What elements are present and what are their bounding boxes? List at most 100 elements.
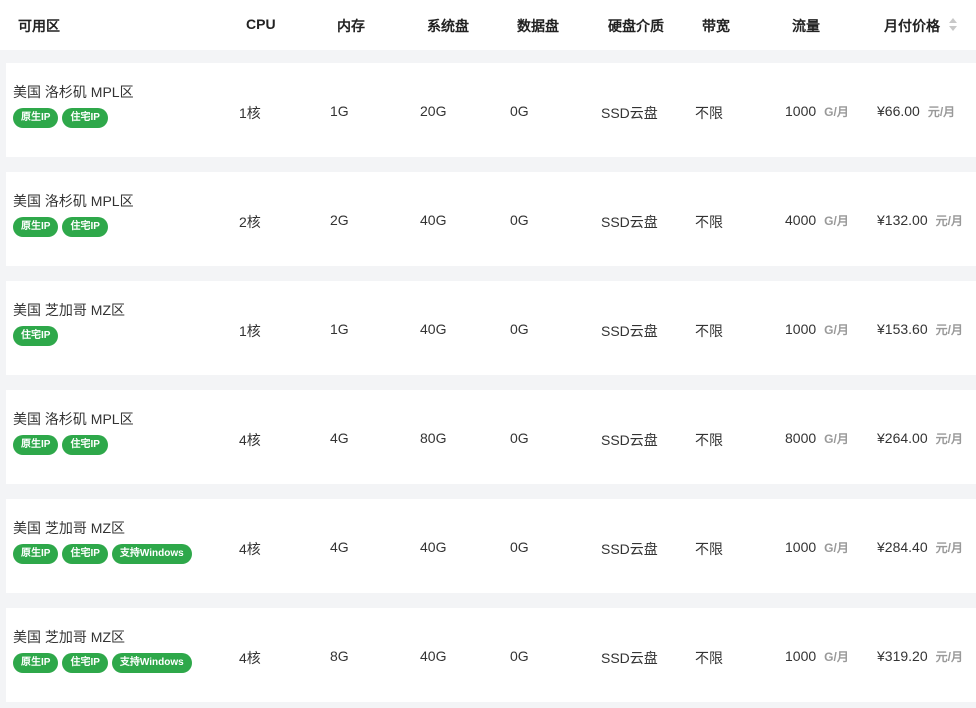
zone-name: 美国 芝加哥 MZ区	[13, 302, 125, 318]
feature-tag: 住宅IP	[62, 108, 108, 128]
tag-list: 住宅IP	[13, 326, 62, 346]
system-disk-cell: 40G	[420, 539, 447, 555]
header-traffic: 流量	[792, 18, 820, 34]
price-value: ¥319.20	[877, 648, 928, 664]
header-system-disk: 系统盘	[427, 18, 469, 34]
traffic-unit: G/月	[824, 541, 849, 555]
traffic-unit: G/月	[824, 214, 849, 228]
table-row[interactable]: 美国 洛杉矶 MPL区 原生IP 住宅IP 1核 1G 20G 0G SSD云盘 不限 1000 G…	[6, 63, 976, 157]
system-disk-cell: 40G	[420, 648, 447, 664]
header-bandwidth: 带宽	[702, 18, 730, 34]
header-memory: 内存	[337, 18, 365, 34]
bandwidth-cell: 不限	[695, 432, 723, 448]
traffic-cell: 8000 G/月	[785, 430, 849, 447]
sort-descending-icon[interactable]	[949, 26, 957, 31]
bandwidth-cell: 不限	[695, 650, 723, 666]
memory-cell: 2G	[330, 212, 349, 228]
zone-name: 美国 洛杉矶 MPL区	[13, 411, 134, 427]
feature-tag: 原生IP	[13, 217, 59, 237]
traffic-unit: G/月	[824, 432, 849, 446]
memory-cell: 4G	[330, 539, 349, 555]
memory-cell: 8G	[330, 648, 349, 664]
traffic-value: 1000	[785, 103, 817, 119]
price-cell: ¥284.40 元/月	[877, 539, 963, 556]
price-value: ¥132.00	[877, 212, 928, 228]
tag-list: 原生IP 住宅IP 支持Windows	[13, 544, 196, 564]
system-disk-cell: 40G	[420, 212, 447, 228]
traffic-unit: G/月	[824, 650, 849, 664]
traffic-value: 1000	[785, 321, 817, 337]
feature-tag: 原生IP	[13, 653, 59, 673]
price-cell: ¥264.00 元/月	[877, 430, 963, 447]
feature-tag: 支持Windows	[111, 544, 192, 564]
price-value: ¥153.60	[877, 321, 928, 337]
traffic-unit: G/月	[824, 323, 849, 337]
cpu-cell: 4核	[239, 650, 261, 666]
feature-tag: 支持Windows	[111, 653, 192, 673]
traffic-value: 8000	[785, 430, 817, 446]
cpu-cell: 4核	[239, 432, 261, 448]
memory-cell: 4G	[330, 430, 349, 446]
traffic-value: 1000	[785, 648, 817, 664]
sort-icon[interactable]	[948, 17, 958, 33]
price-unit: 元/月	[935, 323, 963, 337]
feature-tag: 住宅IP	[62, 544, 108, 564]
price-unit: 元/月	[935, 432, 963, 446]
data-disk-cell: 0G	[510, 430, 529, 446]
price-cell: ¥319.20 元/月	[877, 648, 963, 665]
header-disk-media: 硬盘介质	[608, 18, 664, 34]
price-unit: 元/月	[935, 214, 963, 228]
cpu-cell: 1核	[239, 105, 261, 121]
header-price[interactable]: 月付价格	[884, 16, 940, 36]
traffic-value: 4000	[785, 212, 817, 228]
price-value: ¥66.00	[877, 103, 920, 119]
price-unit: 元/月	[935, 541, 963, 555]
system-disk-cell: 20G	[420, 103, 447, 119]
table-row[interactable]: 美国 芝加哥 MZ区 住宅IP 1核 1G 40G 0G SSD云盘 不限 1000 G/月 ¥15…	[6, 281, 976, 375]
table-header: 可用区 CPU 内存 系统盘 数据盘 硬盘介质 带宽 流量 月付价格	[0, 0, 976, 50]
price-unit: 元/月	[935, 650, 963, 664]
traffic-cell: 1000 G/月	[785, 648, 849, 665]
header-zone: 可用区	[18, 18, 60, 34]
table-row[interactable]: 美国 芝加哥 MZ区原生IP 住宅IP 支持Windows 4核 4G 40G 0G SSD云…	[6, 499, 976, 593]
bandwidth-cell: 不限	[695, 214, 723, 230]
table-row[interactable]: 美国 洛杉矶 MPL区 原生IP 住宅IP 2核 2G 40G 0G SSD云盘 不限 4000 G…	[6, 172, 976, 266]
feature-tag: 原生IP	[13, 435, 59, 455]
feature-tag: 住宅IP	[62, 217, 108, 237]
price-cell: ¥66.00 元/月	[877, 103, 955, 120]
disk-media-cell: SSD云盘	[601, 214, 658, 230]
cpu-cell: 2核	[239, 214, 261, 230]
system-disk-cell: 80G	[420, 430, 447, 446]
feature-tag: 原生IP	[13, 544, 59, 564]
feature-tag: 住宅IP	[13, 326, 59, 346]
table-row[interactable]: 美国 芝加哥 MZ区 原生IP 住宅IP 支持Windows 4核 8G 40G 0G SSD云…	[6, 608, 976, 702]
traffic-unit: G/月	[824, 105, 849, 119]
tag-list: 原生IP 住宅IP	[13, 217, 112, 237]
feature-tag: 原生IP	[13, 108, 59, 128]
disk-media-cell: SSD云盘	[601, 105, 658, 121]
price-value: ¥264.00	[877, 430, 928, 446]
price-value: ¥284.40	[877, 539, 928, 555]
zone-name: 美国 洛杉矶 MPL区	[13, 84, 134, 100]
disk-media-cell: SSD云盘	[601, 432, 658, 448]
data-disk-cell: 0G	[510, 539, 529, 555]
sort-ascending-icon[interactable]	[949, 18, 957, 23]
data-disk-cell: 0G	[510, 648, 529, 664]
memory-cell: 1G	[330, 103, 349, 119]
zone-name: 美国 洛杉矶 MPL区	[13, 193, 134, 209]
tag-list: 原生IP 住宅IP	[13, 108, 112, 128]
traffic-value: 1000	[785, 539, 817, 555]
zone-name: 美国 芝加哥 MZ区	[13, 629, 125, 645]
zone-name: 美国 芝加哥 MZ区	[13, 520, 125, 536]
disk-media-cell: SSD云盘	[601, 541, 658, 557]
system-disk-cell: 40G	[420, 321, 447, 337]
feature-tag: 住宅IP	[62, 435, 108, 455]
traffic-cell: 1000 G/月	[785, 539, 849, 556]
header-data-disk: 数据盘	[517, 18, 559, 34]
cpu-cell: 4核	[239, 541, 261, 557]
traffic-cell: 1000 G/月	[785, 321, 849, 338]
data-disk-cell: 0G	[510, 103, 529, 119]
cpu-cell: 1核	[239, 323, 261, 339]
table-row[interactable]: 美国 洛杉矶 MPL区原生IP 住宅IP 4核 4G 80G 0G SSD云盘 不限 8000 G…	[6, 390, 976, 484]
bandwidth-cell: 不限	[695, 323, 723, 339]
